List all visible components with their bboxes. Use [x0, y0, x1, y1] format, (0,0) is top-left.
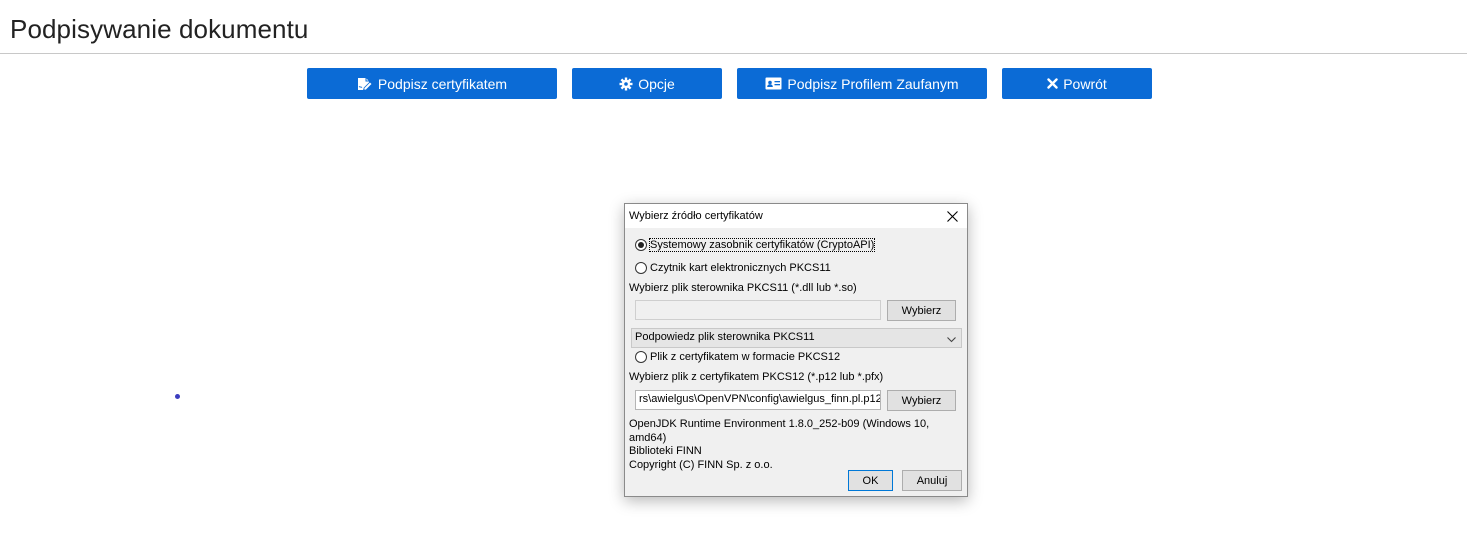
pkcs11-hint-select[interactable]: Podpowiedz plik sterownika PKCS11 — [631, 328, 962, 348]
radio-pkcs12-button[interactable] — [635, 351, 647, 363]
cursor-dot — [175, 394, 180, 399]
pkcs11-hint-selected: Podpowiedz plik sterownika PKCS11 — [635, 331, 815, 343]
dialog-close-icon[interactable] — [942, 207, 962, 225]
pkcs12-file-label: Wybierz plik z certyfikatem PKCS12 (*.p1… — [629, 371, 884, 383]
radio-pkcs11-button[interactable] — [635, 262, 647, 274]
sign-with-certificate-button[interactable]: Podpisz certyfikatem — [307, 68, 557, 99]
back-button[interactable]: Powrót — [1002, 68, 1152, 99]
options-button[interactable]: Opcje — [572, 68, 722, 99]
cancel-button[interactable]: Anuluj — [902, 470, 962, 491]
dialog-titlebar: Wybierz źródło certyfikatów — [625, 204, 967, 228]
dialog-title: Wybierz źródło certyfikatów — [629, 210, 763, 222]
radio-pkcs11-label: Czytnik kart elektronicznych PKCS11 — [650, 262, 831, 274]
pkcs11-choose-button[interactable]: Wybierz — [887, 300, 956, 321]
certificate-source-dialog: Wybierz źródło certyfikatów Systemowy za… — [624, 203, 968, 497]
radio-system-store[interactable]: Systemowy zasobnik certyfikatów (CryptoA… — [635, 238, 876, 252]
radio-system-store-label: Systemowy zasobnik certyfikatów (CryptoA… — [648, 238, 876, 252]
runtime-info: OpenJDK Runtime Environment 1.8.0_252-b0… — [629, 418, 967, 472]
sign-with-trusted-profile-label: Podpisz Profilem Zaufanym — [787, 75, 959, 92]
signature-icon — [357, 77, 373, 91]
pkcs11-file-input[interactable] — [635, 300, 881, 320]
pkcs12-choose-button[interactable]: Wybierz — [887, 390, 956, 411]
gear-icon — [619, 77, 633, 91]
runtime-info-line: OpenJDK Runtime Environment 1.8.0_252-b0… — [629, 418, 930, 444]
sign-with-certificate-label: Podpisz certyfikatem — [377, 75, 508, 92]
title-divider — [0, 53, 1467, 54]
radio-system-store-button[interactable] — [635, 239, 647, 251]
close-icon — [1047, 78, 1058, 89]
back-label: Powrót — [1063, 75, 1107, 92]
id-card-icon — [765, 77, 782, 90]
radio-pkcs12-label: Plik z certyfikatem w formacie PKCS12 — [650, 351, 841, 363]
sign-with-trusted-profile-button[interactable]: Podpisz Profilem Zaufanym — [737, 68, 987, 99]
options-label: Opcje — [638, 75, 675, 92]
chevron-down-icon — [947, 334, 956, 346]
radio-pkcs12[interactable]: Plik z certyfikatem w formacie PKCS12 — [635, 351, 840, 363]
library-info-line: Biblioteki FINN — [629, 445, 702, 457]
pkcs11-file-label: Wybierz plik sterownika PKCS11 (*.dll lu… — [629, 282, 857, 294]
radio-pkcs11[interactable]: Czytnik kart elektronicznych PKCS11 — [635, 262, 831, 274]
page-title: Podpisywanie dokumentu — [10, 14, 309, 44]
ok-button[interactable]: OK — [848, 470, 893, 491]
pkcs12-file-input[interactable]: rs\awielgus\OpenVPN\config\awielgus_finn… — [635, 390, 881, 410]
